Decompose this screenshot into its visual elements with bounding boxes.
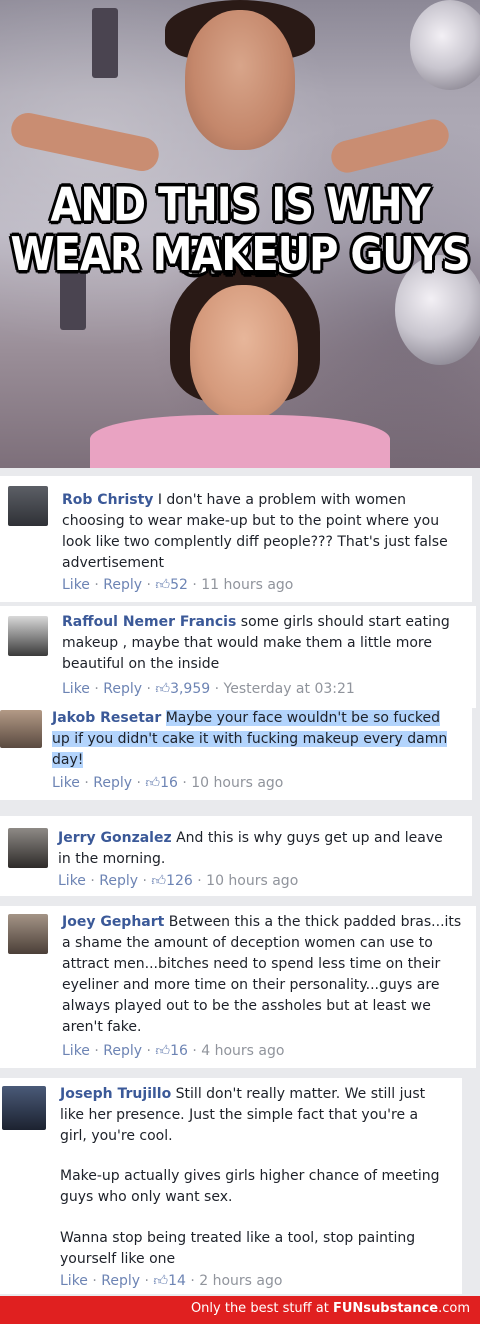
meme-caption-line-2: WEAR MAKEUP GUYS [10, 228, 470, 282]
like-count[interactable]: 126 [166, 873, 193, 889]
like-link[interactable]: Like [52, 775, 80, 791]
thumbs-up-icon: 👍︎ [153, 1273, 169, 1289]
pink-shirt [90, 415, 390, 468]
comment-card: Rob Christy I don't have a problem with … [0, 476, 472, 602]
thumbs-up-icon: 👍︎ [155, 577, 171, 593]
reply-link[interactable]: Reply [101, 1273, 140, 1289]
reply-link[interactable]: Reply [93, 775, 132, 791]
thumbs-up-icon: 👍︎ [145, 775, 161, 791]
timestamp[interactable]: 4 hours ago [201, 1043, 284, 1059]
comment-author[interactable]: Rob Christy [62, 492, 153, 508]
thumbs-up-icon: 👍︎ [155, 1043, 171, 1059]
avatar[interactable] [0, 710, 42, 748]
like-count[interactable]: 14 [168, 1273, 186, 1289]
watermark-text: Only the best stuff at FUNsubstance.com [191, 1301, 470, 1316]
comment-author[interactable]: Joey Gephart [62, 914, 164, 930]
comment-paragraph: Wanna stop being treated like a tool, st… [60, 1230, 416, 1267]
comment-card: Jerry Gonzalez And this is why guys get … [0, 816, 472, 896]
meme-image: AND THIS IS WHY GIRLS WEAR MAKEUP GUYS [0, 0, 480, 468]
reply-link[interactable]: Reply [103, 1043, 142, 1059]
comment-author[interactable]: Jakob Resetar [52, 710, 161, 726]
reply-link[interactable]: Reply [103, 681, 142, 697]
comment-meta: Like · Reply · 👍︎14 · 2 hours ago [60, 1273, 283, 1289]
comment-author[interactable]: Jerry Gonzalez [58, 830, 172, 846]
like-count[interactable]: 16 [170, 1043, 188, 1059]
comment-author[interactable]: Joseph Trujillo [60, 1086, 171, 1102]
comment-meta: Like · Reply · 👍︎52 · 11 hours ago [62, 577, 294, 593]
eiffel-lamp-decoration [92, 8, 118, 78]
watermark-banner: Only the best stuff at FUNsubstance.com [0, 1296, 480, 1324]
like-link[interactable]: Like [60, 1273, 88, 1289]
comment-card: Jakob Resetar Maybe your face wouldn't b… [0, 708, 472, 800]
face-with-makeup [190, 285, 298, 420]
comment-body: Joey Gephart Between this a the thick pa… [62, 912, 462, 1038]
avatar[interactable] [8, 486, 48, 526]
comment-body: Rob Christy I don't have a problem with … [62, 490, 458, 574]
reply-link[interactable]: Reply [103, 577, 142, 593]
comment-card: Joseph Trujillo Still don't really matte… [0, 1078, 462, 1294]
comment-text: Between this a the thick padded bras...i… [62, 914, 462, 1035]
comment-body: Jakob Resetar Maybe your face wouldn't b… [52, 708, 458, 771]
like-count[interactable]: 3,959 [170, 681, 210, 697]
comment-meta: Like · Reply · 👍︎16 · 10 hours ago [52, 775, 284, 791]
comment-meta: Like · Reply · 👍︎16 · 4 hours ago [62, 1043, 285, 1059]
timestamp[interactable]: Yesterday at 03:21 [224, 681, 355, 697]
watermark-prefix: Only the best stuff at [190, 1301, 333, 1316]
like-link[interactable]: Like [62, 1043, 90, 1059]
comment-body: Jerry Gonzalez And this is why guys get … [58, 828, 458, 870]
avatar[interactable] [8, 914, 48, 954]
thumbs-up-icon: 👍︎ [151, 873, 167, 889]
watermark-site: FUNsubstance [332, 1301, 439, 1316]
timestamp[interactable]: 10 hours ago [191, 775, 283, 791]
like-count[interactable]: 16 [160, 775, 178, 791]
comments-section: Rob Christy I don't have a problem with … [0, 468, 480, 1296]
like-count[interactable]: 52 [170, 577, 188, 593]
avatar[interactable] [8, 828, 48, 868]
timestamp[interactable]: 2 hours ago [199, 1273, 282, 1289]
flower-decoration [410, 0, 480, 90]
comment-author[interactable]: Raffoul Nemer Francis [62, 614, 236, 630]
thumbs-up-icon: 👍︎ [155, 681, 171, 697]
comment-meta: Like · Reply · 👍︎126 · 10 hours ago [58, 873, 299, 889]
like-link[interactable]: Like [58, 873, 86, 889]
comment-body: Raffoul Nemer Francis some girls should … [62, 612, 462, 675]
like-link[interactable]: Like [62, 681, 90, 697]
timestamp[interactable]: 10 hours ago [206, 873, 298, 889]
face-no-makeup [185, 10, 295, 150]
watermark-suffix: .com [438, 1301, 470, 1316]
comment-paragraph: Make-up actually gives girls higher chan… [60, 1168, 440, 1205]
timestamp[interactable]: 11 hours ago [201, 577, 293, 593]
like-link[interactable]: Like [62, 577, 90, 593]
comment-body: Joseph Trujillo Still don't really matte… [60, 1084, 448, 1147]
reply-link[interactable]: Reply [99, 873, 138, 889]
comment-meta: Like · Reply · 👍︎3,959 · Yesterday at 03… [62, 681, 355, 697]
comment-card: Raffoul Nemer Francis some girls should … [0, 606, 476, 708]
comment-card: Joey Gephart Between this a the thick pa… [0, 906, 476, 1068]
avatar[interactable] [2, 1086, 46, 1130]
avatar[interactable] [8, 616, 48, 656]
